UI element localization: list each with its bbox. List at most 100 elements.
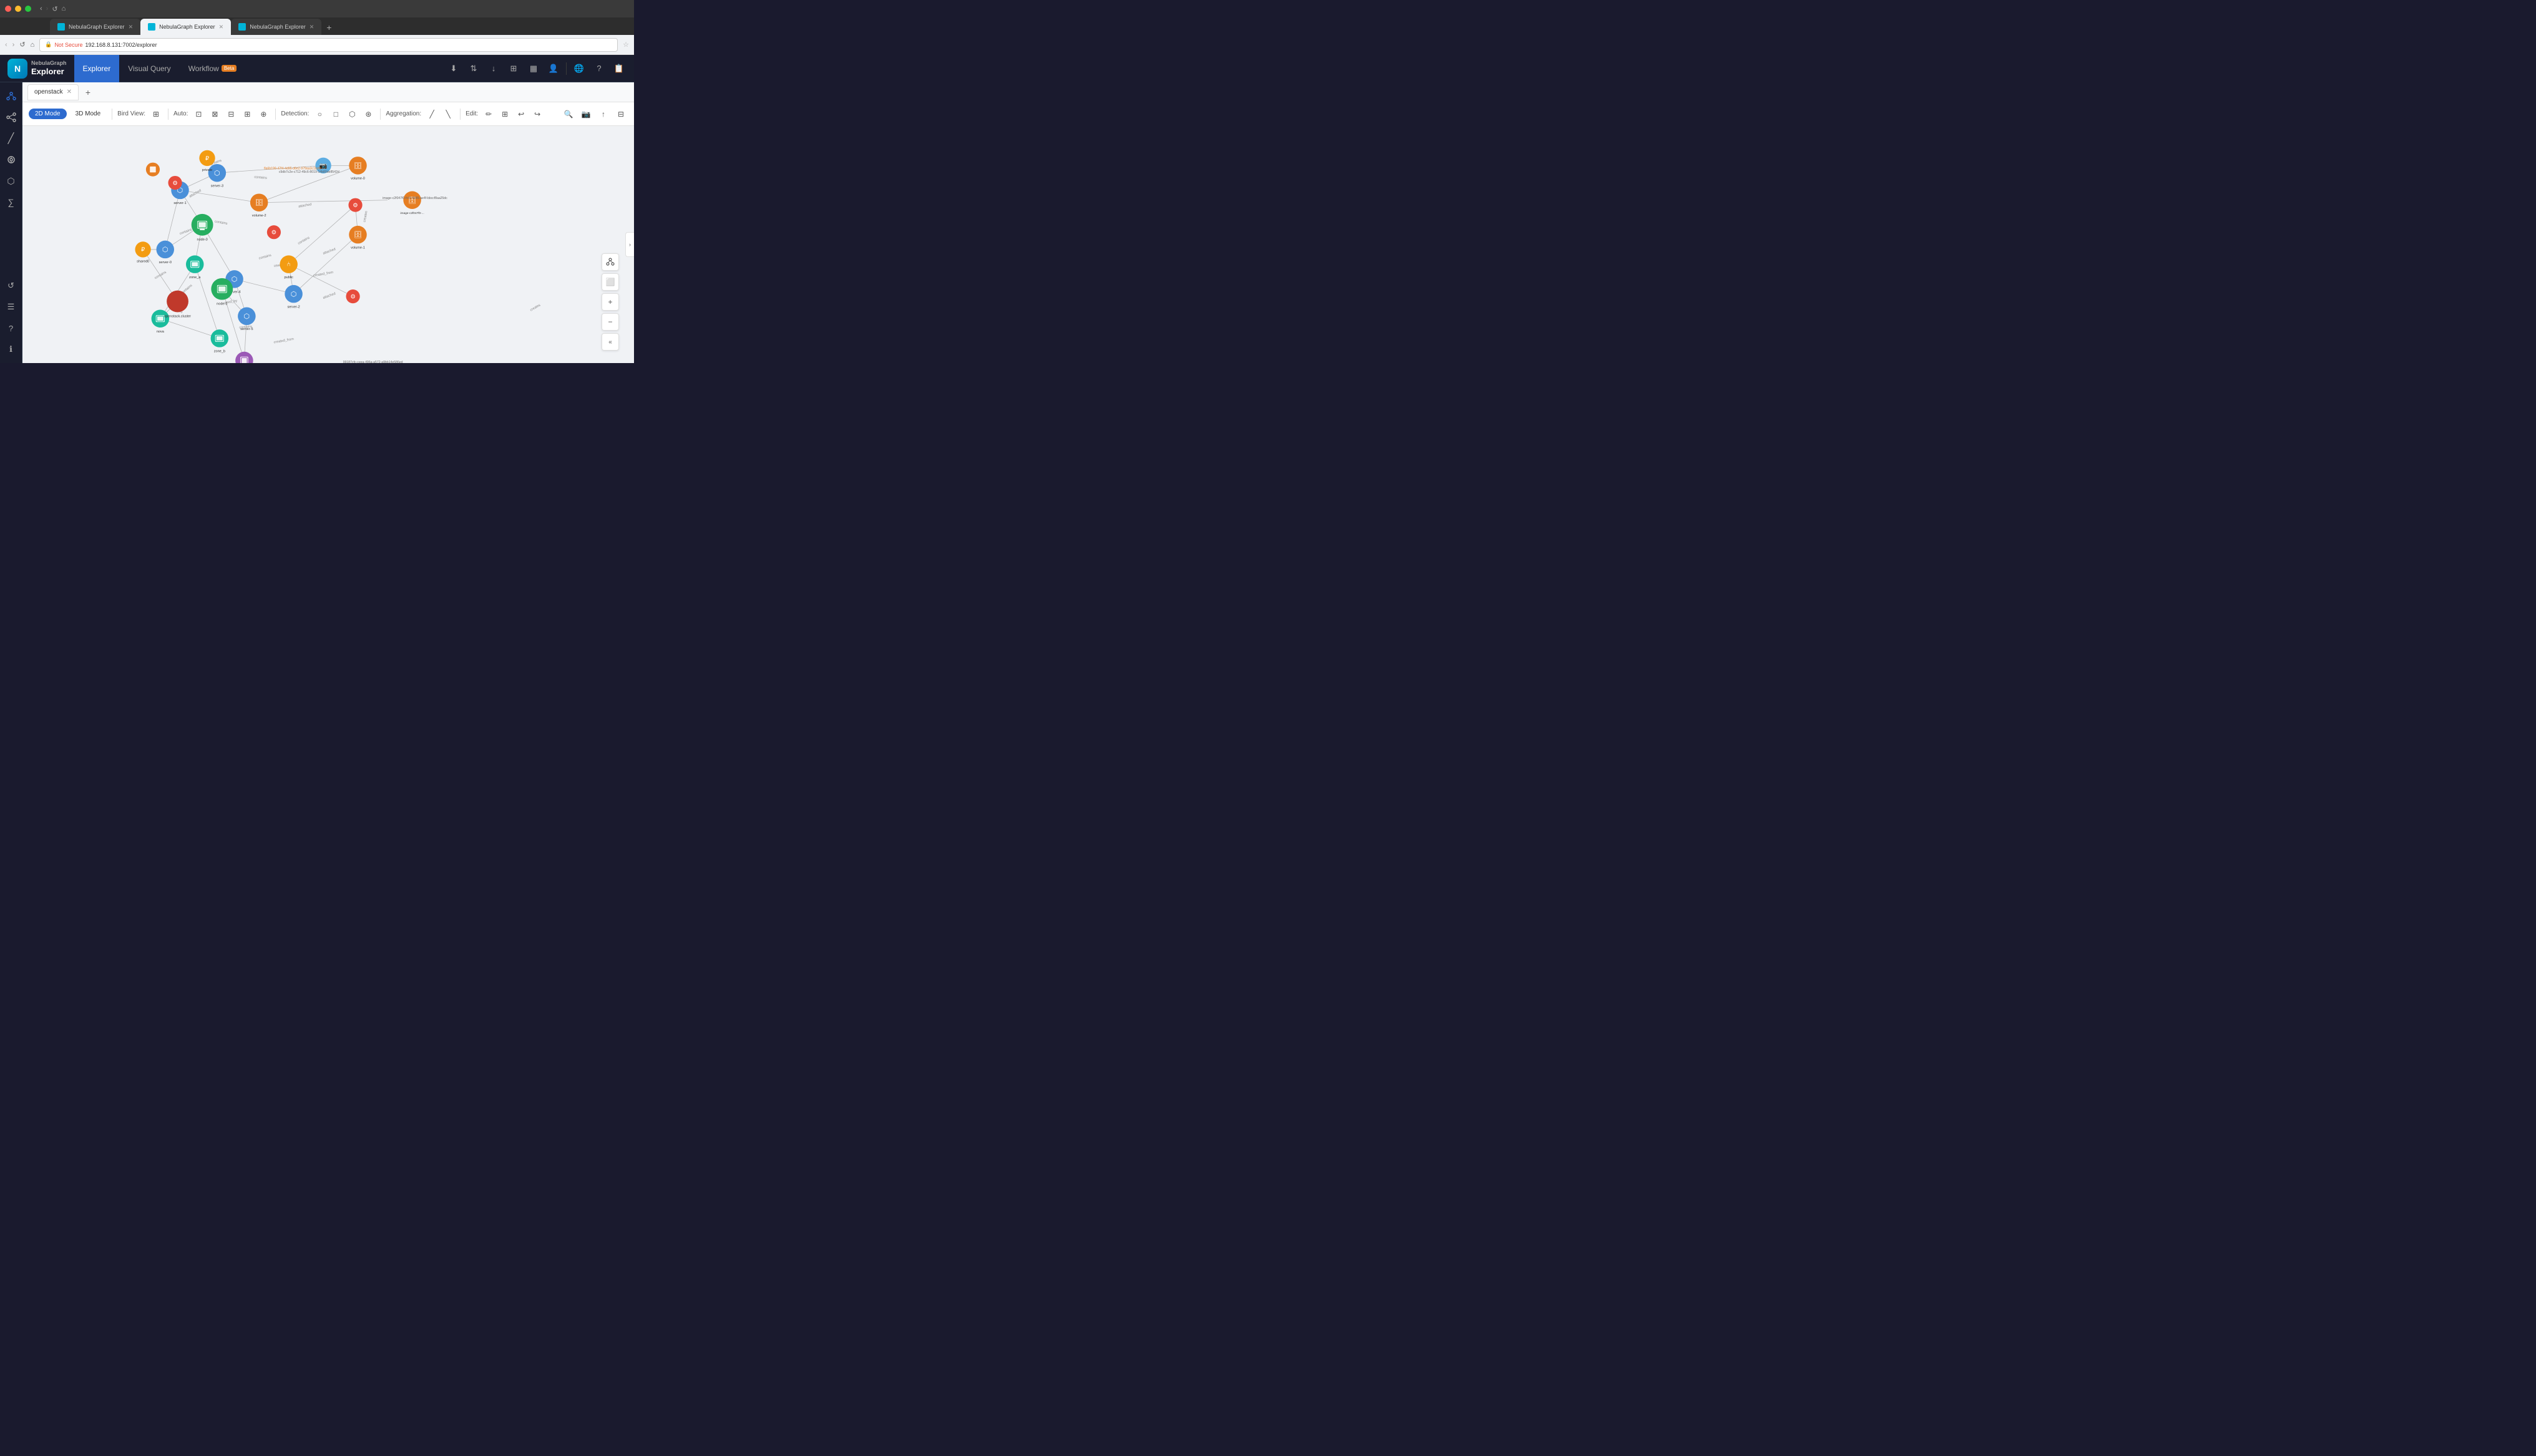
home-addr[interactable]: ⌂ [31,41,35,49]
detection-label: Detection: [281,110,309,117]
sidebar-line[interactable]: ╱ [2,130,20,147]
sidebar-hex[interactable]: ⬡ [2,172,20,190]
logo-icon: N [7,59,27,79]
schema-icon[interactable]: ⊞ [506,61,521,76]
zoom-in-button[interactable]: + [602,293,619,311]
url-input[interactable]: 🔒 Not Secure 192.168.8.131:7002/explorer [39,38,618,52]
nav-back-addr[interactable]: ‹ [5,41,7,49]
canvas-tab-openstack[interactable]: openstack ✕ [27,84,79,100]
svg-text:⚙: ⚙ [353,202,358,209]
download-icon[interactable]: ↓ [486,61,501,76]
frame-button[interactable]: ⬜ [602,273,619,291]
import-icon[interactable]: ⬇ [446,61,461,76]
edit-btn-2[interactable]: ⊞ [498,107,512,121]
undo-btn[interactable]: ↩ [514,107,528,121]
nav-back[interactable]: ‹ [40,5,42,12]
svg-text:⬡: ⬡ [162,246,168,254]
canvas-tab-label: openstack [34,89,63,95]
nav-fwd-addr[interactable]: › [12,41,15,49]
canvas-tab-close[interactable]: ✕ [67,89,72,95]
zoom-out-button[interactable]: − [602,313,619,331]
3d-mode-button[interactable]: 3D Mode [69,109,107,119]
svg-text:server-0: server-0 [159,261,172,265]
sidebar-info[interactable]: ℹ [2,341,20,358]
node-shared-0[interactable]: ₽ shared0 [135,241,150,263]
main-content: ╱ ⬡ ∑ ↺ ☰ ? ℹ ope [0,82,634,363]
auto-btn-2[interactable]: ⊠ [208,107,222,121]
layout-button[interactable] [602,253,619,271]
minimize-button[interactable] [15,6,21,12]
maximize-button[interactable] [25,6,31,12]
graph-canvas[interactable]: contains contains attached contains cont… [22,126,634,363]
auto-btn-3[interactable]: ⊟ [224,107,238,121]
node-volume-1[interactable]: 🗄 volume-1 [349,226,367,250]
detect-btn-3[interactable]: ⬡ [345,107,359,121]
close-button[interactable] [5,6,11,12]
table-btn[interactable]: ⊟ [614,107,628,121]
2d-mode-button[interactable]: 2D Mode [29,109,67,119]
upload-btn[interactable]: ↑ [597,107,610,121]
bookmark-icon[interactable]: ☆ [623,41,629,49]
help-icon[interactable]: ? [592,61,607,76]
sidebar-help[interactable]: ? [2,319,20,337]
globe-icon[interactable]: 🌐 [572,61,587,76]
right-panel-collapse[interactable]: › [625,232,634,257]
sidebar-share[interactable] [2,109,20,126]
tab-close-1[interactable]: ✕ [129,24,134,31]
node-volume-2[interactable]: 🗄 volume-2 [250,193,268,217]
nav-visual-query[interactable]: Visual Query [119,55,179,82]
node-server-0[interactable]: ⬡ server-0 [157,241,175,265]
add-tab-button[interactable]: + [81,85,95,99]
sidebar-graph[interactable] [2,87,20,105]
refresh-addr[interactable]: ↺ [19,41,25,49]
sidebar-sigma[interactable]: ∑ [2,193,20,211]
node-fla[interactable] [146,163,160,177]
browser-titlebar: ‹ › ↺ ⌂ [0,0,634,17]
nav-forward[interactable]: › [46,5,49,12]
aggregation-label: Aggregation: [386,110,421,117]
node-volume-0[interactable]: 🗄 volume-0 [349,157,367,180]
nav-explorer[interactable]: Explorer [74,55,120,82]
detect-btn-1[interactable]: ○ [313,107,326,121]
collapse-button[interactable]: « [602,333,619,351]
refresh-button[interactable]: ↺ [52,5,57,13]
node-port-3[interactable]: ⚙ [267,225,281,239]
sidebar-list[interactable]: ☰ [2,298,20,316]
node-port-6[interactable]: ⚙ [346,289,360,303]
auto-btn-5[interactable]: ⊕ [256,107,270,121]
redo-btn[interactable]: ↪ [530,107,544,121]
sidebar-filter[interactable] [2,151,20,168]
auto-btn-1[interactable]: ⊡ [192,107,205,121]
node-server-2[interactable]: ⬡ server-2 [285,285,303,309]
sidebar-history[interactable]: ↺ [2,277,20,294]
auto-btn-4[interactable]: ⊞ [240,107,254,121]
panel-icon[interactable]: ▦ [526,61,541,76]
browser-tab-3[interactable]: NebulaGraph Explorer ✕ [231,19,321,35]
node-port-1[interactable]: ⚙ [168,176,182,190]
agg-btn-2[interactable]: ╲ [441,107,455,121]
node-port-4[interactable]: ⚙ [348,198,362,212]
hierarchy-icon[interactable]: ⇅ [466,61,481,76]
node-server-3[interactable]: ⬡ server-3 [208,164,227,188]
app-logo: N NebulaGraph Explorer [7,59,67,79]
node-server-5[interactable]: ⬡ server-5 [238,308,256,331]
browser-tab-1[interactable]: NebulaGraph Explorer ✕ [50,19,140,35]
new-tab-button[interactable]: + [321,20,336,35]
edit-btn-1[interactable]: ✏ [482,107,495,121]
tab-close-2[interactable]: ✕ [219,24,224,31]
nav-workflow[interactable]: Workflow Beta [180,55,246,82]
docs-icon[interactable]: 📋 [612,61,627,76]
svg-text:🗄: 🗄 [354,231,362,239]
tab-close-3[interactable]: ✕ [310,24,315,31]
svg-text:node-1: node-1 [217,303,227,306]
detect-btn-2[interactable]: □ [329,107,343,121]
home-button[interactable]: ⌂ [62,5,66,12]
camera-btn[interactable]: 📷 [579,107,593,121]
agg-btn-1[interactable]: ╱ [425,107,439,121]
user-icon[interactable]: 👤 [546,61,561,76]
svg-text:⚙: ⚙ [350,293,356,300]
search-btn[interactable]: 🔍 [562,107,575,121]
bird-view-btn[interactable]: ⊞ [149,107,163,121]
detect-btn-4[interactable]: ⊛ [361,107,375,121]
browser-tab-2[interactable]: NebulaGraph Explorer ✕ [140,19,231,35]
